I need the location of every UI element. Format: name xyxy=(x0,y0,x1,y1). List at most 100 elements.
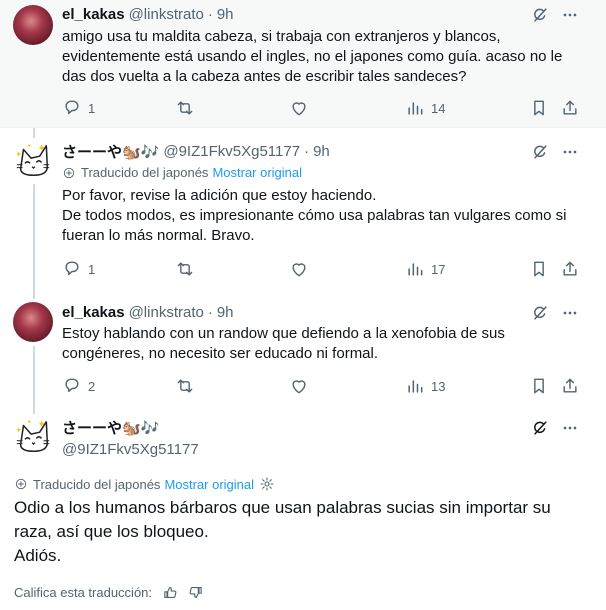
user-handle[interactable]: @9IZ1Fkv5Xg51177 xyxy=(163,143,300,160)
thread-line xyxy=(33,406,35,414)
display-name[interactable]: el_kakas xyxy=(62,6,125,23)
tweet-top-actions xyxy=(530,142,580,162)
thread-line xyxy=(33,184,35,294)
rate-translation: Califica esta traducción: xyxy=(14,584,204,601)
more-icon[interactable] xyxy=(560,5,580,25)
reply-icon xyxy=(65,378,79,393)
bookmark-icon xyxy=(534,261,544,277)
display-name[interactable]: さーーや🐿️🎶 xyxy=(62,417,159,438)
avatar[interactable] xyxy=(13,5,53,45)
more-icon[interactable] xyxy=(560,303,580,323)
tweet-text: Odio a los humanos bárbaros que usan pal… xyxy=(14,498,551,565)
like-icon xyxy=(292,263,306,277)
bookmark-button[interactable] xyxy=(529,98,549,118)
reply-icon xyxy=(65,261,79,276)
share-button[interactable] xyxy=(560,376,580,396)
bookmark-icon xyxy=(534,378,544,394)
bookmark-button[interactable] xyxy=(529,259,549,279)
views-icon xyxy=(408,380,423,393)
reply-count: 1 xyxy=(88,100,96,116)
tweet-header: さーーや🐿️🎶 @9IZ1Fkv5Xg51177 · 9h xyxy=(62,141,330,161)
thread-line xyxy=(33,346,35,406)
grok-icon[interactable] xyxy=(530,418,550,438)
retweet-button[interactable] xyxy=(175,98,195,118)
show-original-link[interactable]: Mostrar original xyxy=(164,477,254,492)
tweet[interactable]: el_kakas @linkstrato · 9h amigo usa tu m… xyxy=(0,0,606,127)
translation-note: Traducido del japonés Mostrar original xyxy=(14,476,275,492)
like-icon xyxy=(292,380,306,394)
thumbs-up-icon[interactable] xyxy=(162,584,179,601)
focused-tweet[interactable]: さーーや🐿️🎶 @9IZ1Fkv5Xg51177 Traducido del j… xyxy=(0,406,606,610)
tweet-top-actions xyxy=(530,303,580,323)
translated-label: Traducido del japonés xyxy=(33,476,161,492)
tweet-actions: 1 17 xyxy=(62,259,582,279)
user-handle[interactable]: @linkstrato xyxy=(129,6,204,23)
tweet-text: amigo usa tu maldita cabeza, si trabaja … xyxy=(62,28,563,85)
display-name[interactable]: さーーや🐿️🎶 xyxy=(62,141,159,162)
reply-button[interactable]: 1 xyxy=(62,259,95,279)
reply-button[interactable]: 1 xyxy=(62,98,95,118)
share-button[interactable] xyxy=(560,259,580,279)
views-button[interactable]: 14 xyxy=(405,98,445,118)
thread-line xyxy=(33,294,35,299)
display-name-row: さーーや🐿️🎶 xyxy=(62,417,159,437)
reply-count: 2 xyxy=(88,378,96,394)
views-icon xyxy=(408,263,423,276)
reply-button[interactable]: 2 xyxy=(62,376,95,396)
tweet-text: Por favor, revise la adición que estoy h… xyxy=(62,187,567,244)
thread-line xyxy=(33,128,35,138)
separator-dot: · xyxy=(207,303,213,321)
grok-icon[interactable] xyxy=(530,303,550,323)
tweet-top-actions xyxy=(530,5,580,25)
more-icon[interactable] xyxy=(560,142,580,162)
timestamp[interactable]: 9h xyxy=(217,304,234,321)
translate-icon xyxy=(63,167,75,178)
retweet-icon xyxy=(177,262,193,276)
tweet-header: el_kakas @linkstrato · 9h xyxy=(62,302,234,322)
user-handle[interactable]: @9IZ1Fkv5Xg51177 xyxy=(62,441,199,458)
translation-note: Traducido del japonés Mostrar original xyxy=(62,165,302,180)
separator-dot: · xyxy=(207,5,213,23)
tweet-actions: 2 13 xyxy=(62,376,582,396)
avatar[interactable] xyxy=(13,416,53,456)
views-count: 14 xyxy=(431,100,446,116)
rate-translation-label: Califica esta traducción: xyxy=(14,585,153,600)
like-button[interactable] xyxy=(289,98,309,118)
thumbs-down-icon[interactable] xyxy=(187,584,204,601)
views-count: 13 xyxy=(431,378,446,394)
translate-icon xyxy=(15,478,27,490)
bookmark-icon xyxy=(534,100,544,116)
separator-dot: · xyxy=(304,142,310,160)
like-button[interactable] xyxy=(289,376,309,396)
display-name[interactable]: el_kakas xyxy=(62,304,125,321)
show-original-link[interactable]: Mostrar original xyxy=(212,165,302,180)
user-handle[interactable]: @linkstrato xyxy=(129,304,204,321)
tweet-actions: 1 14 xyxy=(62,98,582,118)
timestamp[interactable]: 9h xyxy=(217,6,234,23)
timestamp[interactable]: 9h xyxy=(313,143,330,160)
settings-icon[interactable] xyxy=(259,476,275,492)
retweet-button[interactable] xyxy=(175,259,195,279)
bookmark-button[interactable] xyxy=(529,376,549,396)
grok-icon[interactable] xyxy=(530,142,550,162)
tweet-top-actions xyxy=(530,418,580,438)
handle-row: @9IZ1Fkv5Xg51177 xyxy=(58,439,199,459)
retweet-icon xyxy=(177,101,193,115)
share-button[interactable] xyxy=(560,98,580,118)
tweet-header: el_kakas @linkstrato · 9h xyxy=(62,4,234,24)
like-button[interactable] xyxy=(289,259,309,279)
reply-count: 1 xyxy=(88,261,96,277)
more-icon[interactable] xyxy=(560,418,580,438)
avatar[interactable] xyxy=(13,140,53,180)
share-icon xyxy=(563,100,577,115)
views-button[interactable]: 13 xyxy=(405,376,445,396)
grok-icon[interactable] xyxy=(530,5,550,25)
tweet[interactable]: さーーや🐿️🎶 @9IZ1Fkv5Xg51177 · 9h Traducido … xyxy=(0,128,606,294)
translated-label: Traducido del japonés xyxy=(81,165,209,180)
like-icon xyxy=(292,102,306,116)
tweet[interactable]: el_kakas @linkstrato · 9h Estoy hablando… xyxy=(0,294,606,406)
views-button[interactable]: 17 xyxy=(405,259,445,279)
avatar[interactable] xyxy=(13,302,53,342)
views-count: 17 xyxy=(431,261,446,277)
retweet-button[interactable] xyxy=(175,376,195,396)
